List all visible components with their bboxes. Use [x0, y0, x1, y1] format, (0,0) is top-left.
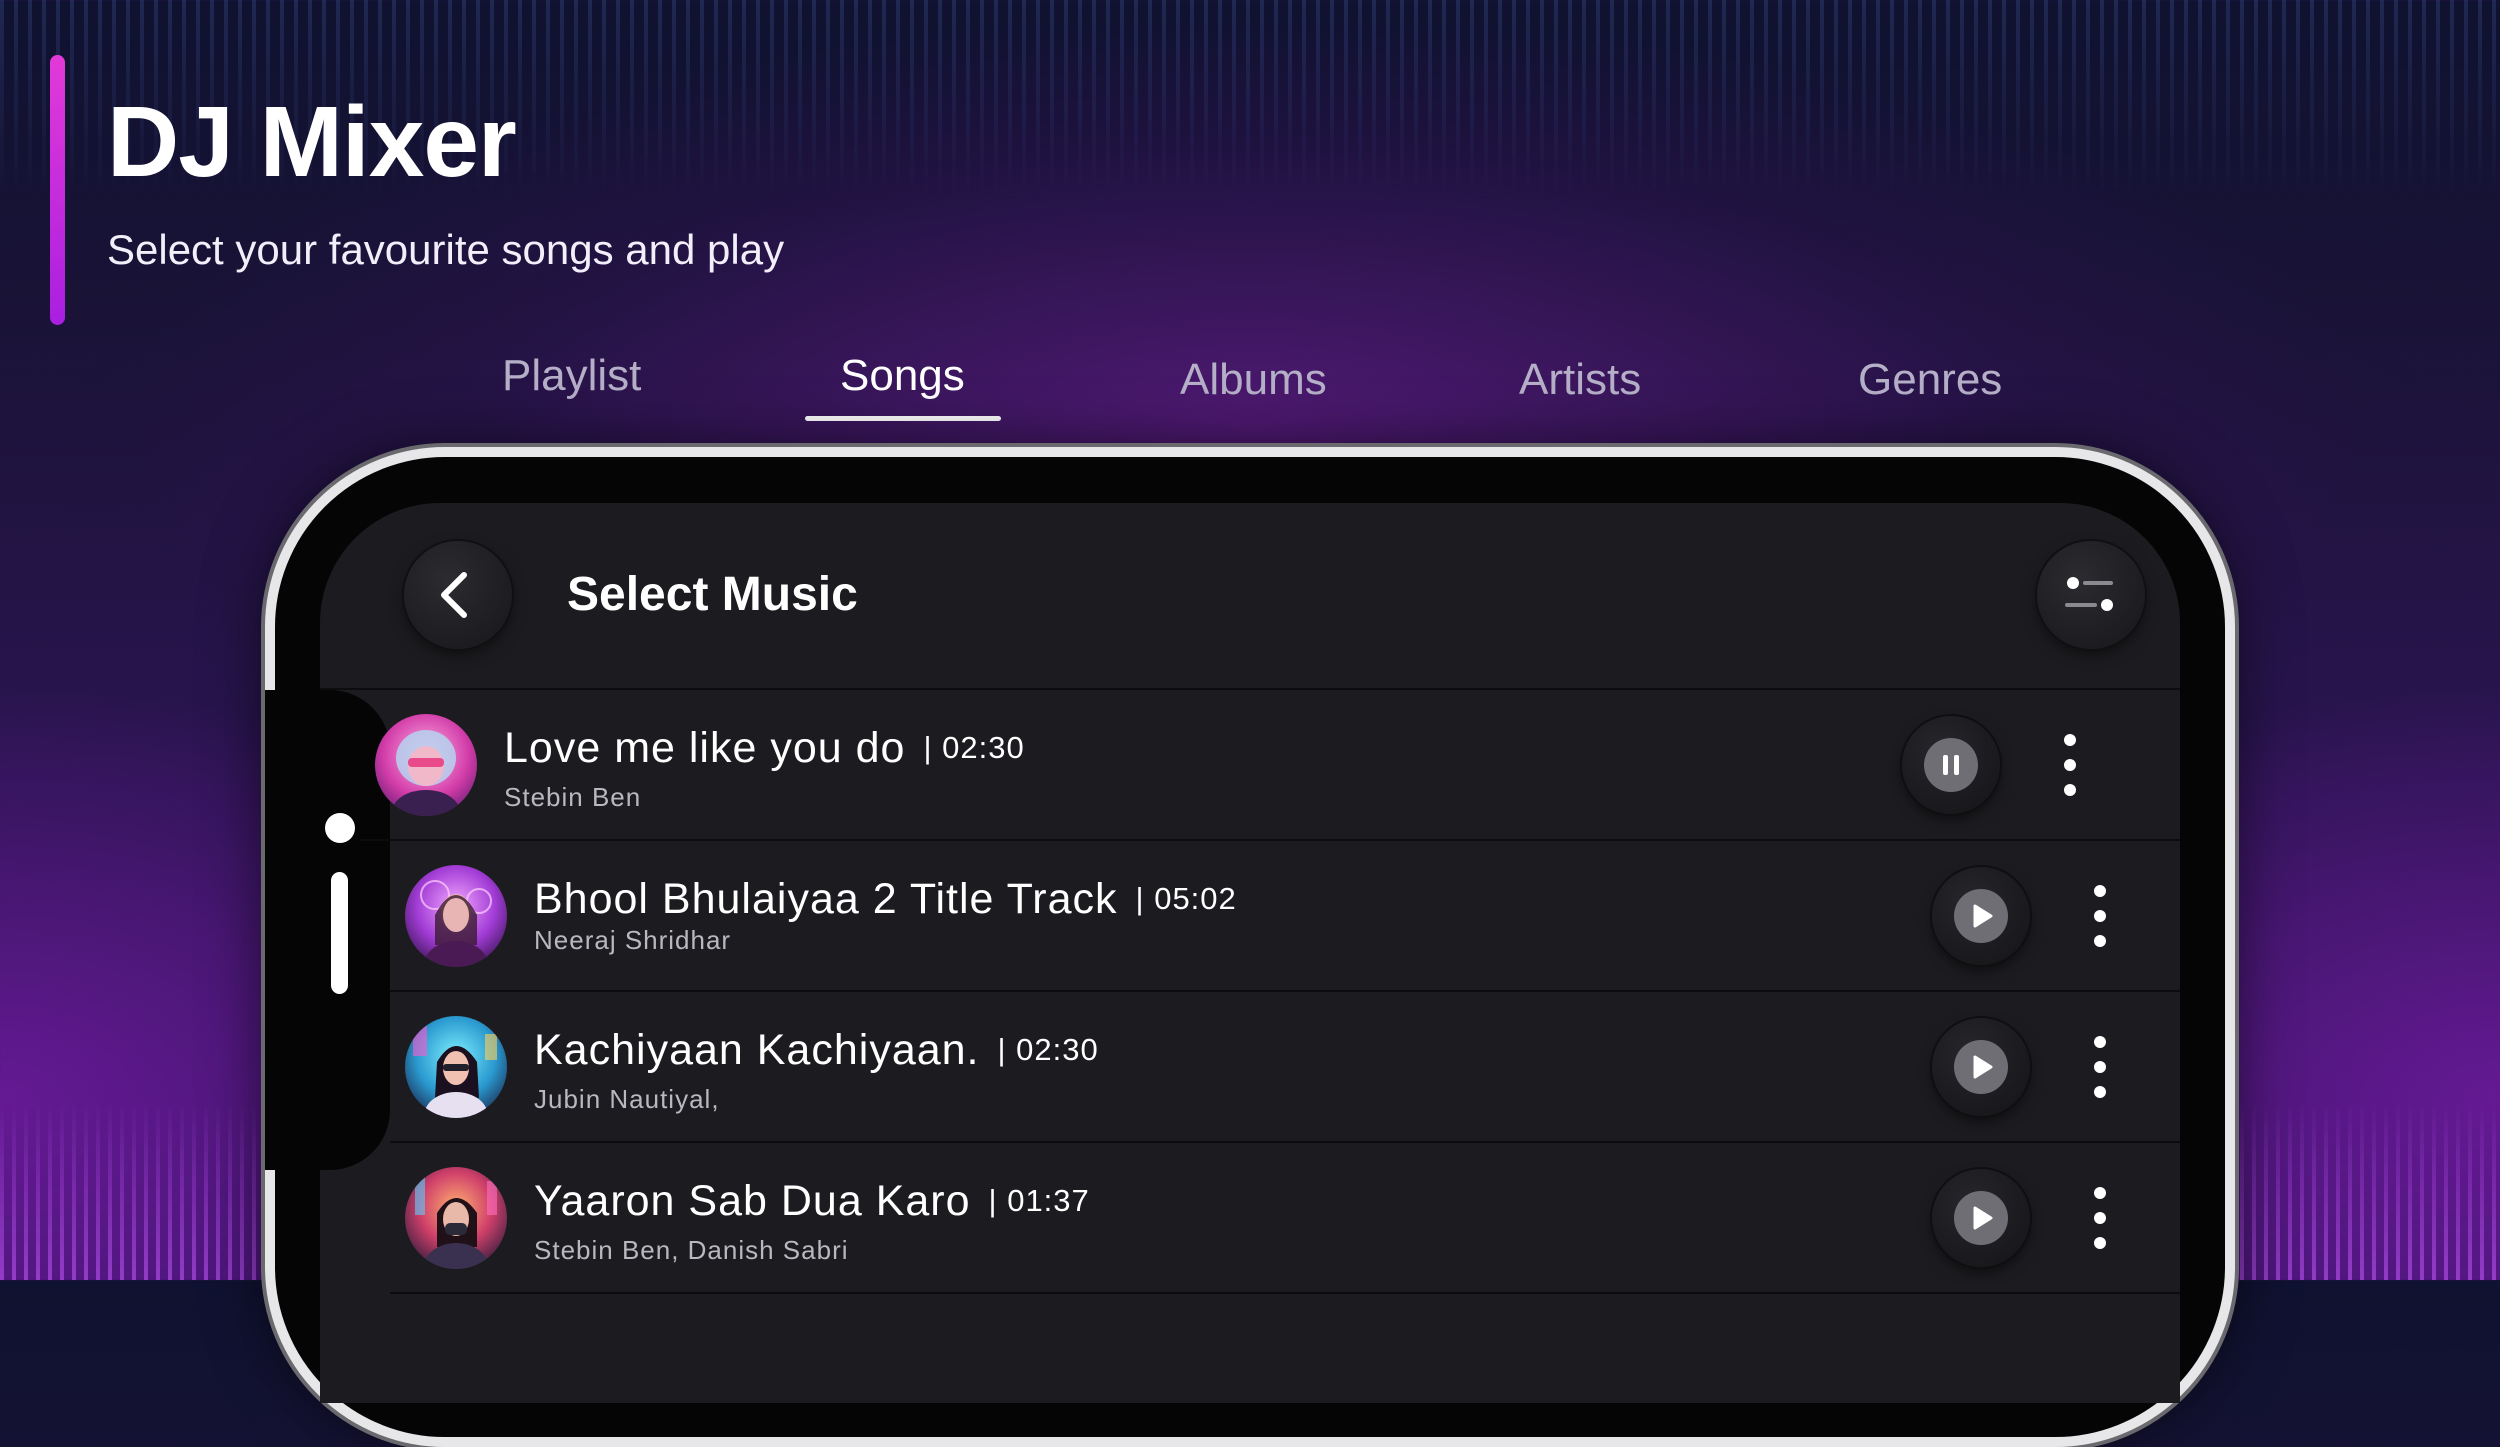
- filter-button[interactable]: [2037, 541, 2145, 649]
- song-artwork: [375, 714, 477, 816]
- header-accent-bar: [50, 55, 65, 325]
- song-artist: Stebin Ben, Danish Sabri: [534, 1235, 849, 1265]
- song-list: Love me like you do | 02:30 Stebin Ben B…: [360, 690, 2180, 1294]
- screen-title: Select Music: [567, 568, 858, 621]
- more-options-button[interactable]: [2080, 1034, 2120, 1100]
- more-options-button[interactable]: [2050, 732, 2090, 798]
- song-title: Kachiyaan Kachiyaan. | 02:30: [534, 1026, 1099, 1074]
- play-icon: [1954, 1040, 2008, 1094]
- camera-dot: [325, 813, 355, 843]
- song-title: Yaaron Sab Dua Karo | 01:37: [534, 1177, 1090, 1225]
- song-row[interactable]: Kachiyaan Kachiyaan. | 02:30 Jubin Nautiy…: [390, 992, 2180, 1143]
- play-button[interactable]: [1932, 1169, 2030, 1267]
- back-button[interactable]: [404, 541, 512, 649]
- song-row[interactable]: Yaaron Sab Dua Karo | 01:37 Stebin Ben, D…: [390, 1143, 2180, 1294]
- song-artwork: [405, 865, 507, 967]
- song-row[interactable]: Bhool Bhulaiyaa 2 Title Track | 05:02 Nee…: [390, 841, 2180, 992]
- app-title: DJ Mixer: [107, 86, 517, 198]
- play-icon: [1954, 1191, 2008, 1245]
- chevron-left-icon: [441, 572, 467, 618]
- tab-songs[interactable]: Songs: [840, 346, 965, 406]
- active-tab-indicator: [805, 416, 1001, 421]
- play-button[interactable]: [1932, 867, 2030, 965]
- more-vertical-icon: [2094, 885, 2106, 947]
- song-title: Bhool Bhulaiyaa 2 Title Track | 05:02: [534, 875, 1237, 923]
- play-button[interactable]: [1932, 1018, 2030, 1116]
- speaker-pill: [331, 872, 348, 994]
- song-row[interactable]: Love me like you do | 02:30 Stebin Ben: [360, 690, 2180, 841]
- song-artist: Jubin Nautiyal,: [534, 1084, 720, 1114]
- category-tabs: Playlist Songs Albums Artists Genres: [0, 340, 2500, 430]
- song-duration: | 05:02: [1135, 881, 1237, 916]
- sliders-icon: [2065, 577, 2113, 611]
- song-duration: | 02:30: [997, 1032, 1099, 1067]
- tab-albums[interactable]: Albums: [1180, 350, 1327, 410]
- more-options-button[interactable]: [2080, 883, 2120, 949]
- play-icon: [1954, 889, 2008, 943]
- pause-button[interactable]: [1902, 716, 2000, 814]
- song-artist: Neeraj Shridhar: [534, 925, 732, 955]
- more-options-button[interactable]: [2080, 1185, 2120, 1251]
- song-artwork: [405, 1167, 507, 1269]
- more-vertical-icon: [2094, 1187, 2106, 1249]
- song-artist: Stebin Ben: [504, 782, 642, 812]
- song-duration: | 01:37: [988, 1183, 1090, 1218]
- song-artwork: [405, 1016, 507, 1118]
- app-bar: Select Music: [320, 503, 2180, 690]
- tab-genres[interactable]: Genres: [1858, 350, 2002, 410]
- song-title: Love me like you do | 02:30: [504, 724, 1025, 772]
- more-vertical-icon: [2094, 1036, 2106, 1098]
- song-duration: | 02:30: [923, 730, 1025, 765]
- more-vertical-icon: [2064, 734, 2076, 796]
- tab-artists[interactable]: Artists: [1519, 350, 1641, 410]
- app-subtitle: Select your favourite songs and play: [107, 226, 785, 273]
- tab-playlist[interactable]: Playlist: [502, 346, 641, 406]
- pause-icon: [1924, 738, 1978, 792]
